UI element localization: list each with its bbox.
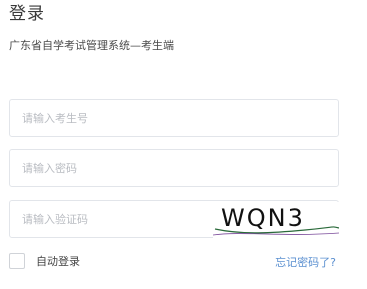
- system-subtitle: 广东省自学考试管理系统—考生端: [9, 39, 174, 52]
- auto-login-option[interactable]: 自动登录: [9, 252, 80, 270]
- forgot-password-link[interactable]: 忘记密码了?: [275, 254, 336, 270]
- username-input[interactable]: [10, 100, 338, 136]
- page-title: 登录: [9, 4, 45, 24]
- password-input[interactable]: [10, 150, 338, 186]
- captcha-noise: [213, 226, 339, 236]
- password-field-box: [9, 149, 339, 187]
- captcha-input[interactable]: [10, 201, 210, 237]
- auto-login-checkbox[interactable]: [9, 253, 25, 269]
- captcha-image[interactable]: WQN3: [213, 202, 339, 238]
- username-field-box: [9, 99, 339, 137]
- auto-login-label: 自动登录: [36, 255, 80, 268]
